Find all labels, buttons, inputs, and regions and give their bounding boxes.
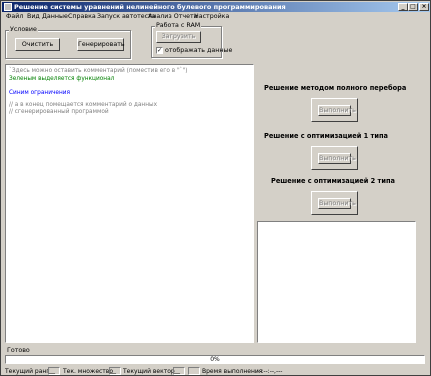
current-vector-label: Текущий вектор xyxy=(123,368,175,375)
menu-view[interactable]: Вид xyxy=(27,13,40,20)
progress-text: 0% xyxy=(210,356,220,363)
generate-button[interactable]: Генерировать xyxy=(77,38,125,51)
app-icon xyxy=(4,3,12,11)
execution-time-value: --:--:--,--- xyxy=(257,368,283,375)
current-vector-value: __ xyxy=(173,367,185,375)
maximize-button[interactable]: □ xyxy=(408,3,418,11)
editor-line: // а в конец помещается комментарий о да… xyxy=(9,102,158,108)
result-output[interactable] xyxy=(257,221,416,343)
condition-editor[interactable]: `Здесь можно оставить комментарий (помес… xyxy=(5,64,254,343)
condition-group-label: Условие xyxy=(9,26,38,33)
opt1-run-button[interactable]: Выполнить xyxy=(318,153,356,164)
current-rank-value: __ xyxy=(48,367,60,375)
execution-time-label: Время выполнения xyxy=(202,368,263,375)
current-set-label: Тек. множество xyxy=(63,368,114,375)
opt2-heading: Решение с оптимизацией 2 типа xyxy=(271,177,395,185)
minimize-button[interactable]: _ xyxy=(398,3,408,11)
editor-line: Зеленым выделяется функционал xyxy=(9,76,115,82)
editor-line: Синим ограничения xyxy=(9,90,71,96)
menu-bar: Файл Вид Данные Справка Запуск автотеста… xyxy=(2,12,430,22)
current-set-value: __ xyxy=(109,367,121,375)
opt1-heading: Решение с оптимизацией 1 типа xyxy=(264,132,388,140)
ram-group-label: Работа с RAM xyxy=(155,22,202,29)
menu-file[interactable]: Файл xyxy=(6,13,23,20)
menu-report-analysis[interactable]: Анализ Отчета xyxy=(148,13,198,20)
progress-bar: 0% xyxy=(5,355,425,364)
menu-data[interactable]: Данные xyxy=(42,13,68,20)
menu-run-autotest[interactable]: Запуск автотеста xyxy=(97,13,156,20)
opt2-panel: Выполнить xyxy=(311,191,358,215)
load-button[interactable]: Загрузить xyxy=(156,31,201,43)
editor-line: // сгенерированный программой xyxy=(9,109,109,115)
window-title: Решение системы уравнений нелинейного бу… xyxy=(14,3,286,11)
full-search-run-button[interactable]: Выполнить xyxy=(318,105,356,116)
opt1-panel: Выполнить xyxy=(311,146,358,170)
close-button[interactable]: × xyxy=(419,3,429,11)
full-search-heading: Решение методом полного перебора xyxy=(264,84,407,92)
title-bar[interactable]: Решение системы уравнений нелинейного бу… xyxy=(2,2,430,12)
show-data-label: отображать данные xyxy=(165,47,233,54)
menu-help[interactable]: Справка xyxy=(68,13,96,20)
editor-line: `Здесь можно оставить комментарий (помес… xyxy=(9,68,188,74)
menu-settings[interactable]: Настройка xyxy=(194,13,229,20)
checkmark-icon: ✓ xyxy=(157,47,163,54)
status-separator xyxy=(188,367,200,375)
clear-button[interactable]: Очистить xyxy=(15,38,60,51)
main-window: Решение системы уравнений нелинейного бу… xyxy=(0,0,431,376)
current-rank-label: Текущий ранг xyxy=(5,368,50,375)
full-search-panel: Выполнить xyxy=(311,98,358,122)
show-data-checkbox[interactable]: ✓ xyxy=(156,47,163,54)
ready-label: Готово xyxy=(7,347,30,354)
opt2-run-button[interactable]: Выполнить xyxy=(318,198,356,209)
